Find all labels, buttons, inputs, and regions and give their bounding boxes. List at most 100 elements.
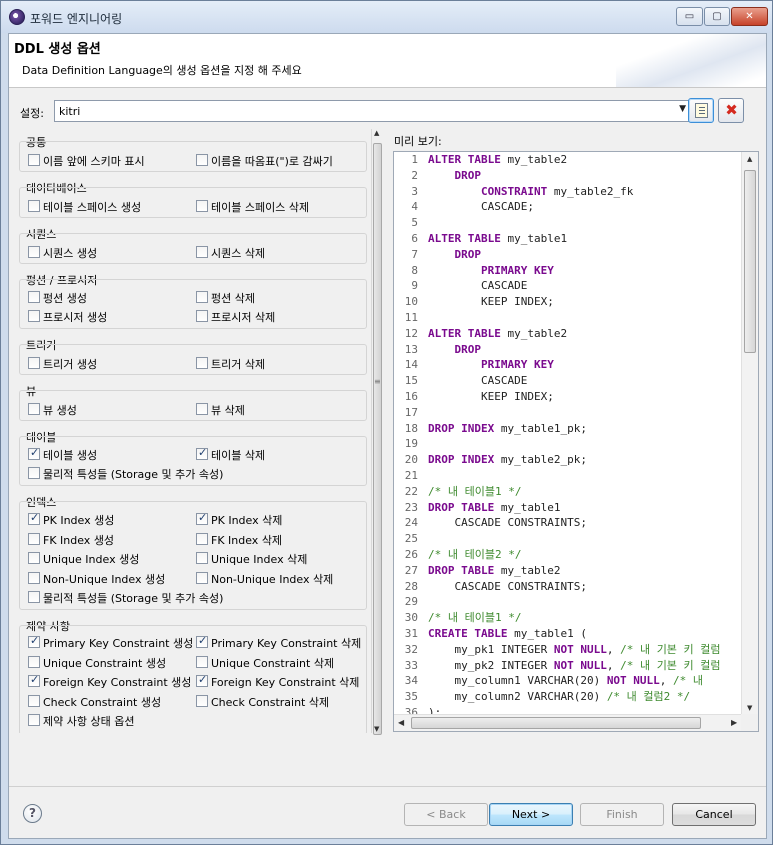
edit-setting-button[interactable] [688,98,714,123]
code-line: 26 /* 내 테이블2 */ [394,547,742,563]
checkbox-box[interactable] [28,200,40,212]
checkbox-box[interactable] [28,656,40,668]
checkbox-box[interactable] [196,200,208,212]
sql-text: my_pk1 INTEGER [428,642,554,656]
checkbox-box[interactable] [28,591,40,603]
scroll-down-icon[interactable]: ▼ [747,704,752,712]
scroll-up-icon[interactable]: ▲ [374,129,379,137]
line-number: 15 [404,374,418,388]
checkbox-label: 트리거 삭제 [211,358,266,371]
code-line: 30 /* 내 테이블1 */ [394,610,742,626]
sql-text: CASCADE CONSTRAINTS; [428,579,587,593]
scrollbar-thumb[interactable] [411,717,701,729]
checkbox-box[interactable] [196,533,208,545]
chevron-down-icon[interactable]: ▼ [679,104,686,114]
checkbox-box[interactable] [28,673,40,687]
checkbox-box[interactable] [196,310,208,322]
checkbox-label: Check Constraint 삭제 [211,696,330,709]
checkbox-box[interactable] [28,403,40,415]
checkbox-box[interactable] [28,446,40,460]
checkbox-label: 펑션 생성 [43,292,87,305]
checkbox-box[interactable] [196,552,208,564]
delete-setting-button[interactable]: ✖ [718,98,744,123]
finish-button[interactable]: Finish [580,803,664,826]
sql-text: CASCADE [428,279,528,293]
sql-text: my_table2 [500,153,568,166]
checkbox-box[interactable] [28,246,40,258]
code-view[interactable]: 1 ALTER TABLE my_table2 2 DROP 3 CONSTRAINT… [394,152,742,716]
scrollbar-thumb[interactable] [373,143,382,735]
checkbox-box[interactable] [196,656,208,668]
line-number: 33 [404,658,418,672]
checkbox-label: Unique Index 생성 [43,553,140,566]
delete-icon: ✖ [725,101,738,119]
checkbox-box[interactable] [196,572,208,584]
close-button[interactable]: ✕ [731,7,768,26]
checkbox-box[interactable] [196,446,208,460]
line-number: 27 [404,563,418,577]
help-icon[interactable]: ? [23,804,42,823]
sql-text: KEEP INDEX; [428,389,554,403]
line-number: 29 [404,595,418,609]
checkbox-box[interactable] [28,714,40,726]
checkbox-box[interactable] [28,154,40,166]
wizard-header: DDL 생성 옵션 Data Definition Language의 생성 옵… [9,34,766,88]
sql-keyword: DROP [454,168,482,182]
checkbox-box[interactable] [28,511,40,525]
preview-vertical-scrollbar[interactable]: ▲ ▼ [741,152,758,716]
line-number: 32 [404,642,418,656]
code-line: 18 DROP INDEX my_table1_pk; [394,421,742,437]
checkbox-box[interactable] [28,533,40,545]
minimize-button[interactable]: ▭ [676,7,703,26]
line-number: 9 [411,279,418,293]
code-line: 8 PRIMARY KEY [394,263,742,279]
scroll-left-icon[interactable]: ◀ [398,718,404,727]
checkbox-label: 프로시저 삭제 [211,311,276,324]
next-button[interactable]: Next > [489,803,573,826]
scrollbar-thumb[interactable] [744,170,756,353]
sql-text: my_table2_pk; [494,453,587,467]
preview-horizontal-scrollbar[interactable]: ◀ ▶ [394,714,742,731]
scroll-up-icon[interactable]: ▲ [747,155,752,163]
line-number: 25 [404,532,418,546]
checkbox-box[interactable] [28,634,40,648]
checkbox-box[interactable] [28,695,40,707]
setting-select[interactable]: kitri ▼ [54,100,690,122]
checkbox-box[interactable] [196,695,208,707]
checkbox-box[interactable] [28,357,40,369]
options-scrollbar[interactable]: ▲ ≡ ▼ [371,129,383,735]
sql-comment: /* 내 컬럼2 */ [606,690,691,704]
checkbox-box[interactable] [28,291,40,303]
checkbox-label: Foreign Key Constraint 생성 [43,676,192,689]
scroll-down-icon[interactable]: ▼ [374,725,379,733]
line-number: 16 [404,389,418,403]
scroll-right-icon[interactable]: ▶ [731,718,737,727]
checkbox-box[interactable] [28,552,40,564]
maximize-button[interactable]: ▢ [704,7,730,26]
checkbox-box[interactable] [196,246,208,258]
checkbox-box[interactable] [196,673,208,687]
checkbox-label: PK Index 삭제 [211,514,283,527]
checkbox-box[interactable] [196,154,208,166]
line-number: 2 [411,168,418,182]
checkbox-box[interactable] [28,467,40,479]
back-button[interactable]: < Back [404,803,488,826]
checkbox-box[interactable] [196,403,208,415]
checkbox-box[interactable] [28,310,40,322]
sql-text: my_table1 ( [507,626,587,640]
checkbox-label: 트리거 생성 [43,358,98,371]
cancel-button[interactable]: Cancel [672,803,756,826]
checkbox-box[interactable] [196,291,208,303]
checkbox-box[interactable] [196,357,208,369]
sql-keyword: DROP TABLE [428,563,495,577]
code-line: 27 DROP TABLE my_table2 [394,563,742,579]
line-number: 35 [404,690,418,704]
checkbox-label: Check Constraint 생성 [43,696,162,709]
checkbox-box[interactable] [196,511,208,525]
checkbox-box[interactable] [28,572,40,584]
preview-editor[interactable]: 1 ALTER TABLE my_table2 2 DROP 3 CONSTRAINT… [393,151,759,732]
checkbox-label: 테이블 스페이스 생성 [43,201,142,214]
checkbox-box[interactable] [196,634,208,648]
